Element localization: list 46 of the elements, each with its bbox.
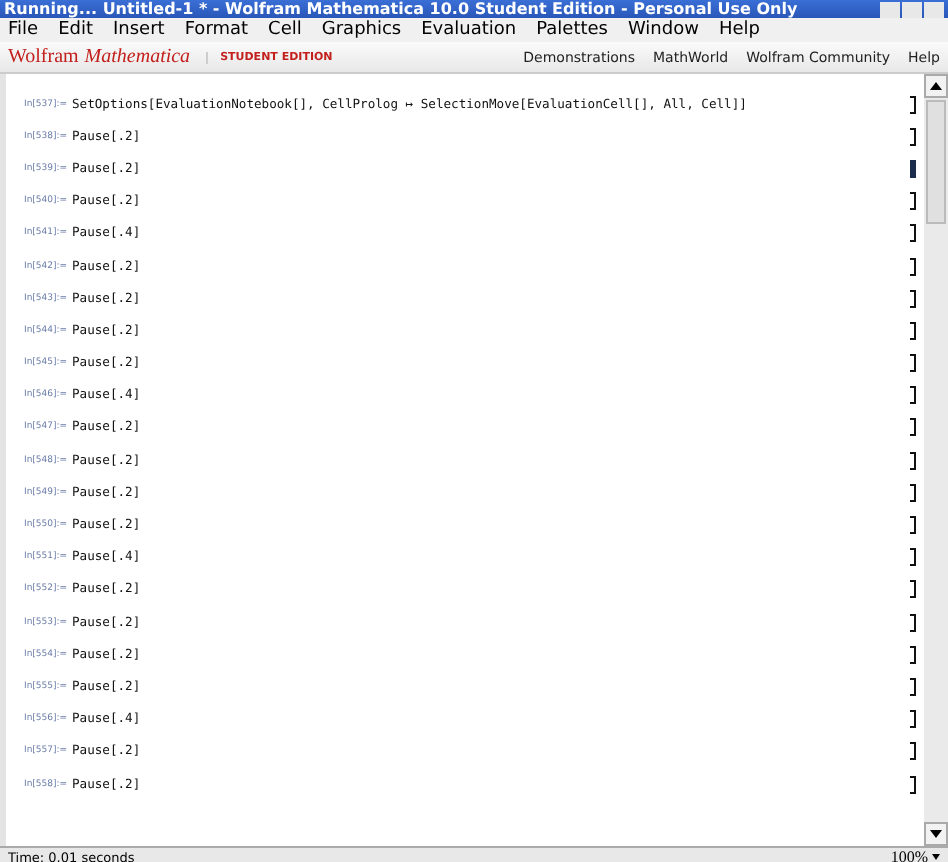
cell-bracket[interactable] xyxy=(910,645,916,664)
cell-bracket[interactable] xyxy=(910,127,916,146)
close-button[interactable] xyxy=(924,1,944,17)
caret-icon xyxy=(932,854,940,860)
menu-item[interactable]: Graphics xyxy=(321,20,402,40)
cell-bracket[interactable] xyxy=(910,742,916,761)
cell-bracket[interactable] xyxy=(910,483,916,502)
cell-bracket[interactable] xyxy=(910,289,916,308)
cell-bracket[interactable] xyxy=(910,677,916,696)
scroll-down-button[interactable] xyxy=(924,822,948,846)
menu-item[interactable]: Insert xyxy=(113,20,165,40)
cell-bracket[interactable] xyxy=(910,710,916,729)
menu-item[interactable]: Palettes xyxy=(536,20,608,40)
window-title: Running... Untitled-1 * - Wolfram Mathematica 10.0 Student Edition - Personal Use Only xyxy=(4,0,798,18)
cell-bracket[interactable] xyxy=(910,321,916,340)
cell-bracket[interactable] xyxy=(910,451,916,470)
product-name: Mathematica xyxy=(84,46,191,68)
menu-item[interactable]: Help xyxy=(718,20,761,40)
up-arrow-icon xyxy=(930,82,942,90)
scrollbar[interactable] xyxy=(924,74,948,846)
cell-bracket[interactable] xyxy=(910,775,916,794)
menu-item[interactable]: Format xyxy=(184,20,249,40)
down-arrow-icon xyxy=(930,830,942,838)
cell-bracket[interactable] xyxy=(910,224,916,243)
cell-bracket[interactable] xyxy=(910,580,916,599)
cell-bracket[interactable] xyxy=(910,159,916,178)
zoom-dropdown[interactable]: 100% xyxy=(890,848,940,862)
cell-bracket[interactable] xyxy=(910,548,916,567)
scroll-up-button[interactable] xyxy=(924,74,948,98)
cell-bracket[interactable] xyxy=(910,354,916,373)
menu-item[interactable]: Evaluation xyxy=(421,20,517,40)
menu-item[interactable]: Window xyxy=(627,20,699,40)
brand-logo: Wolfram xyxy=(8,46,79,68)
cell-bracket[interactable] xyxy=(910,418,916,437)
cell-bracket[interactable] xyxy=(910,257,916,276)
menu-item[interactable]: Cell xyxy=(268,20,302,40)
menu-item[interactable]: Edit xyxy=(58,20,93,40)
cell-bracket[interactable] xyxy=(910,192,916,211)
cell-bracket[interactable] xyxy=(910,613,916,632)
cell-bracket[interactable] xyxy=(910,95,916,114)
cell-bracket[interactable] xyxy=(910,516,916,535)
maximize-button[interactable] xyxy=(902,1,922,17)
cell-bracket[interactable] xyxy=(910,386,916,405)
minimize-button[interactable] xyxy=(880,1,900,17)
menu-item[interactable]: File xyxy=(8,20,39,40)
scroll-thumb[interactable] xyxy=(926,100,946,224)
